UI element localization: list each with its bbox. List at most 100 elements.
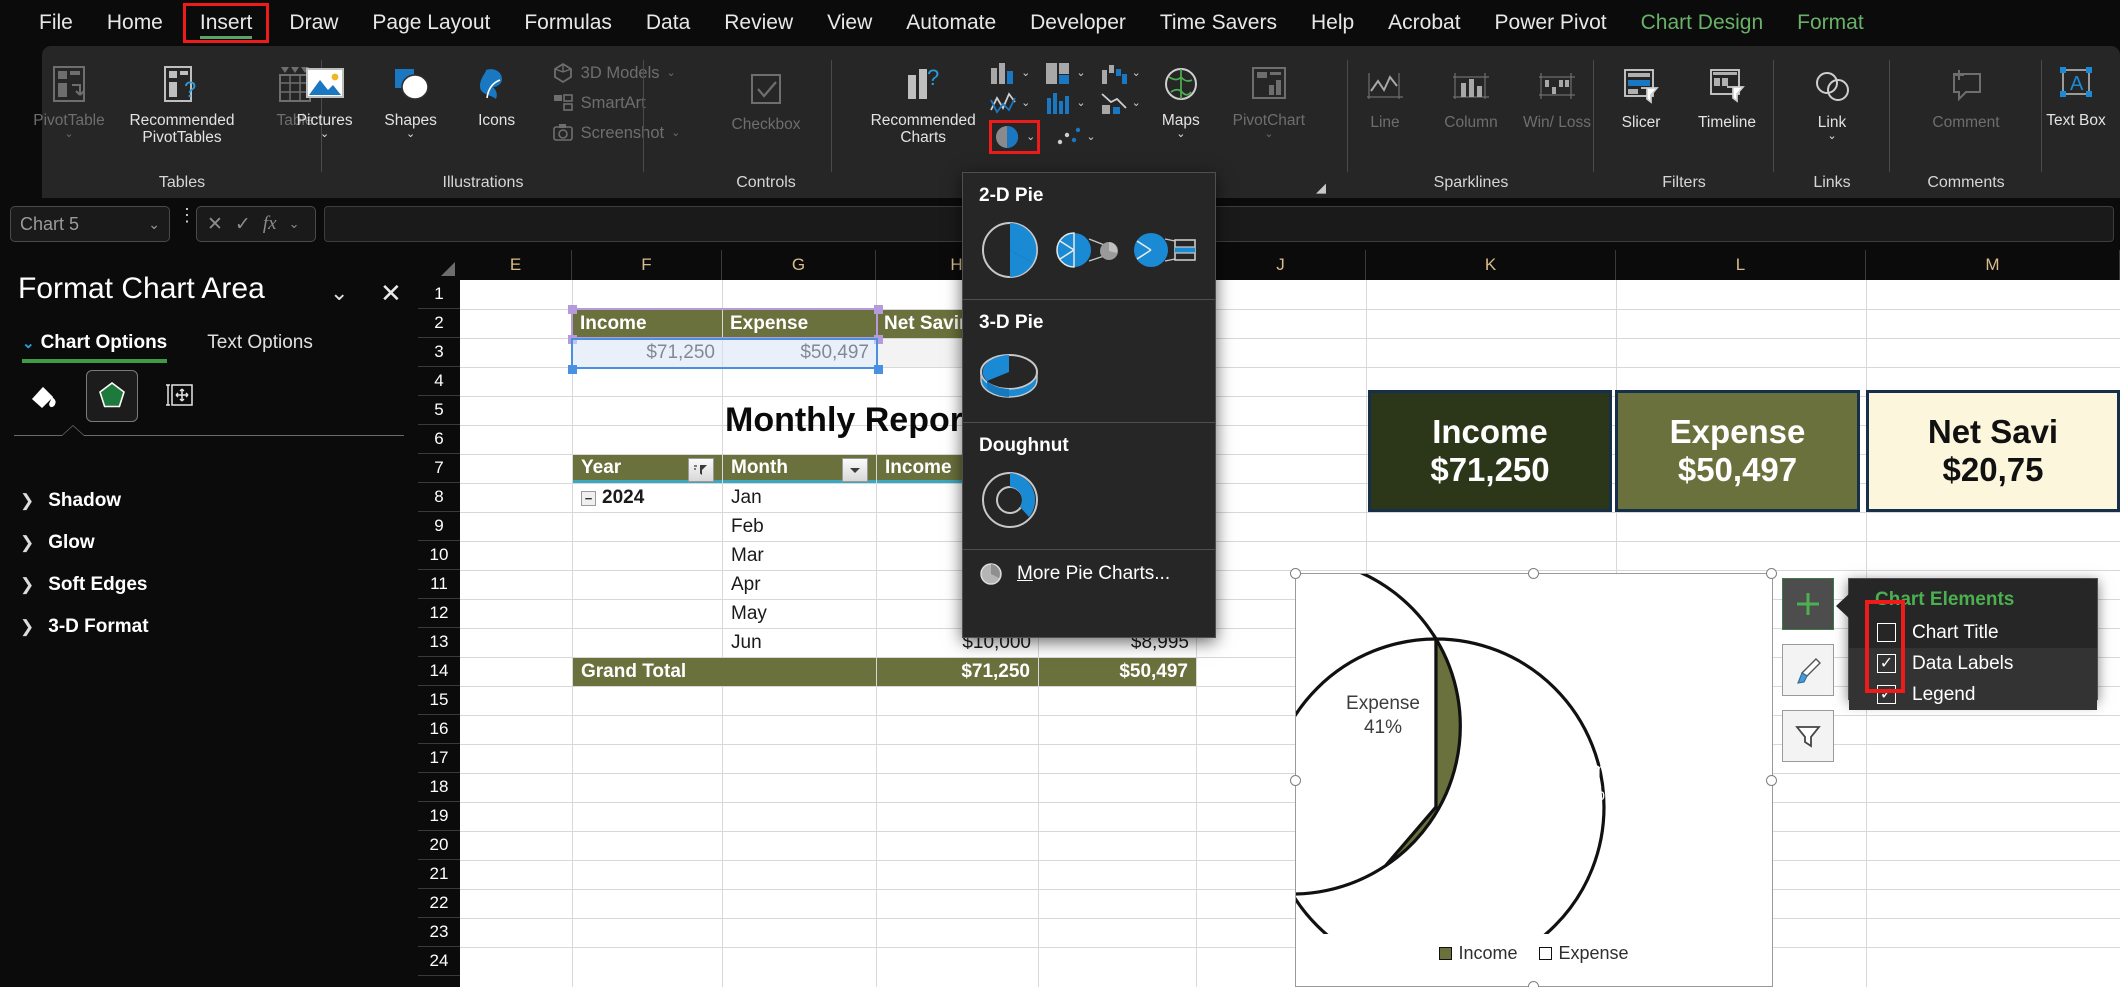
- checkbox-button[interactable]: Checkbox: [711, 56, 821, 133]
- pie-3d-icon[interactable]: [977, 346, 1045, 404]
- column-header-K[interactable]: K: [1366, 250, 1616, 280]
- chevron-down-icon[interactable]: ⌄: [1176, 129, 1185, 140]
- chevron-down-icon[interactable]: ⌄: [1026, 132, 1035, 143]
- pivot-grand-total-income[interactable]: $71,250: [877, 658, 1038, 686]
- pivot-grand-total-label[interactable]: Grand Total: [573, 658, 876, 686]
- cancel-icon[interactable]: ✕: [207, 213, 223, 236]
- bar-of-pie-icon[interactable]: [1133, 219, 1199, 281]
- more-options-icon[interactable]: ⋮: [178, 206, 196, 224]
- chevron-down-icon[interactable]: ⌄: [289, 216, 300, 232]
- tab-developer[interactable]: Developer: [1013, 4, 1143, 42]
- chevron-down-icon[interactable]: ⌄: [1076, 68, 1085, 79]
- tab-view[interactable]: View: [810, 4, 889, 42]
- scatter-chart-dropdown[interactable]: ⌄: [1054, 120, 1096, 154]
- recommended-charts-button[interactable]: ? Recommended Charts: [863, 52, 983, 146]
- chart-styles-brush-icon[interactable]: [1782, 644, 1834, 696]
- chart-resize-handle-tc[interactable]: [1528, 568, 1539, 579]
- doughnut-icon[interactable]: [977, 469, 1043, 531]
- chevron-down-icon[interactable]: ⌄: [1132, 98, 1141, 109]
- pie-2d-icon[interactable]: [977, 219, 1043, 281]
- column-chart-dropdown[interactable]: ⌄: [989, 60, 1030, 86]
- selection-handle[interactable]: [568, 365, 577, 374]
- pie-chart-dropdown[interactable]: ⌄: [989, 120, 1041, 154]
- row-header-15[interactable]: 15: [418, 686, 460, 715]
- chevron-down-icon[interactable]: ⌄: [148, 216, 160, 233]
- column-header-L[interactable]: L: [1616, 250, 1866, 280]
- chevron-down-icon[interactable]: ⌄: [1021, 98, 1030, 109]
- row-header-19[interactable]: 19: [418, 802, 460, 831]
- name-box[interactable]: Chart 5 ⌄: [10, 206, 170, 242]
- line-chart-dropdown[interactable]: ⌄: [989, 90, 1030, 116]
- section-shadow[interactable]: ❯ Shadow: [20, 490, 121, 512]
- recommended-pivottables-button[interactable]: ? Recommended PivotTables: [114, 52, 250, 146]
- combo-chart-dropdown[interactable]: ⌄: [1100, 90, 1141, 116]
- tab-home[interactable]: Home: [90, 4, 180, 42]
- tab-formulas[interactable]: Formulas: [507, 4, 629, 42]
- chart-resize-handle-mr[interactable]: [1766, 775, 1777, 786]
- row-header-22[interactable]: 22: [418, 889, 460, 918]
- row-header-14[interactable]: 14: [418, 657, 460, 686]
- tab-chart-design[interactable]: Chart Design: [1624, 4, 1781, 42]
- row-header-17[interactable]: 17: [418, 744, 460, 773]
- slicer-button[interactable]: Slicer: [1598, 54, 1684, 131]
- year-filter-button[interactable]: [688, 458, 714, 482]
- row-header-18[interactable]: 18: [418, 773, 460, 802]
- row-header-23[interactable]: 23: [418, 918, 460, 947]
- formula-input[interactable]: [324, 206, 2114, 242]
- pie-chart-object[interactable]: Expense 41% Income 59% Income Expense: [1295, 573, 1773, 987]
- row-header-10[interactable]: 10: [418, 541, 460, 570]
- selection-handle[interactable]: [874, 305, 883, 314]
- chart-resize-handle-ml[interactable]: [1290, 775, 1301, 786]
- tab-time-savers[interactable]: Time Savers: [1143, 4, 1294, 42]
- chart-resize-handle-bc[interactable]: [1528, 981, 1539, 987]
- pivottable-button[interactable]: PivotTable ⌄: [26, 52, 112, 146]
- size-properties-icon[interactable]: [154, 370, 206, 422]
- pivot-cell-month-mar[interactable]: Mar: [723, 542, 876, 570]
- row-header-9[interactable]: 9: [418, 512, 460, 541]
- sparkline-winloss-button[interactable]: Win/ Loss: [1514, 54, 1600, 131]
- row-header-7[interactable]: 7: [418, 454, 460, 483]
- pivot-cell-month-jun[interactable]: Jun: [723, 629, 876, 657]
- pivot-row-year-2024[interactable]: − 2024: [573, 484, 722, 512]
- tab-review[interactable]: Review: [707, 4, 810, 42]
- chevron-down-icon[interactable]: ⌄: [667, 68, 676, 79]
- link-button[interactable]: Link ⌄: [1789, 54, 1875, 142]
- collapse-group-icon[interactable]: −: [581, 490, 596, 506]
- effects-icon[interactable]: [86, 370, 138, 422]
- row-header-6[interactable]: 6: [418, 425, 460, 454]
- row-header-8[interactable]: 8: [418, 483, 460, 512]
- column-header-G[interactable]: G: [722, 250, 876, 280]
- pivot-cell-month-feb[interactable]: Feb: [723, 513, 876, 541]
- more-pie-charts-item[interactable]: More Pie Charts...: [963, 550, 1215, 598]
- section-glow[interactable]: ❯ Glow: [20, 532, 95, 554]
- row-header-1[interactable]: 1: [418, 280, 460, 309]
- kpi-card-income[interactable]: Income $71,250: [1368, 390, 1612, 512]
- pictures-button[interactable]: Pictures ⌄: [282, 52, 368, 148]
- row-header-21[interactable]: 21: [418, 860, 460, 889]
- tab-help[interactable]: Help: [1294, 4, 1371, 42]
- row-header-4[interactable]: 4: [418, 367, 460, 396]
- tab-file[interactable]: File: [22, 4, 90, 42]
- tab-power-pivot[interactable]: Power Pivot: [1478, 4, 1624, 42]
- statistic-chart-dropdown[interactable]: ⌄: [1044, 90, 1086, 116]
- selection-handle[interactable]: [874, 365, 883, 374]
- timeline-button[interactable]: Timeline: [1684, 54, 1770, 131]
- chevron-down-icon[interactable]: ⌄: [406, 129, 415, 140]
- section-3d-format[interactable]: ❯ 3-D Format: [20, 616, 149, 638]
- insert-function-icon[interactable]: fx: [263, 213, 277, 235]
- tab-insert[interactable]: Insert: [182, 3, 270, 43]
- fill-line-icon[interactable]: [18, 370, 70, 422]
- chart-resize-handle-tl[interactable]: [1290, 568, 1301, 579]
- pie-of-pie-icon[interactable]: [1055, 219, 1121, 281]
- row-header-16[interactable]: 16: [418, 715, 460, 744]
- row-header-3[interactable]: 3: [418, 338, 460, 367]
- pie-chart-dropdown-menu[interactable]: 2-D Pie 3-D Pie Doughnut More Pie Charts…: [962, 172, 1216, 638]
- kpi-card-expense[interactable]: Expense $50,497: [1615, 390, 1860, 512]
- sparkline-line-button[interactable]: Line: [1342, 54, 1428, 131]
- tab-format[interactable]: Format: [1780, 4, 1881, 42]
- tab-data[interactable]: Data: [629, 4, 707, 42]
- waterfall-chart-dropdown[interactable]: ⌄: [1100, 60, 1141, 86]
- chevron-down-icon[interactable]: ⌄: [320, 129, 329, 140]
- section-soft-edges[interactable]: ❯ Soft Edges: [20, 574, 147, 596]
- chevron-down-icon[interactable]: ⌄: [1264, 129, 1273, 140]
